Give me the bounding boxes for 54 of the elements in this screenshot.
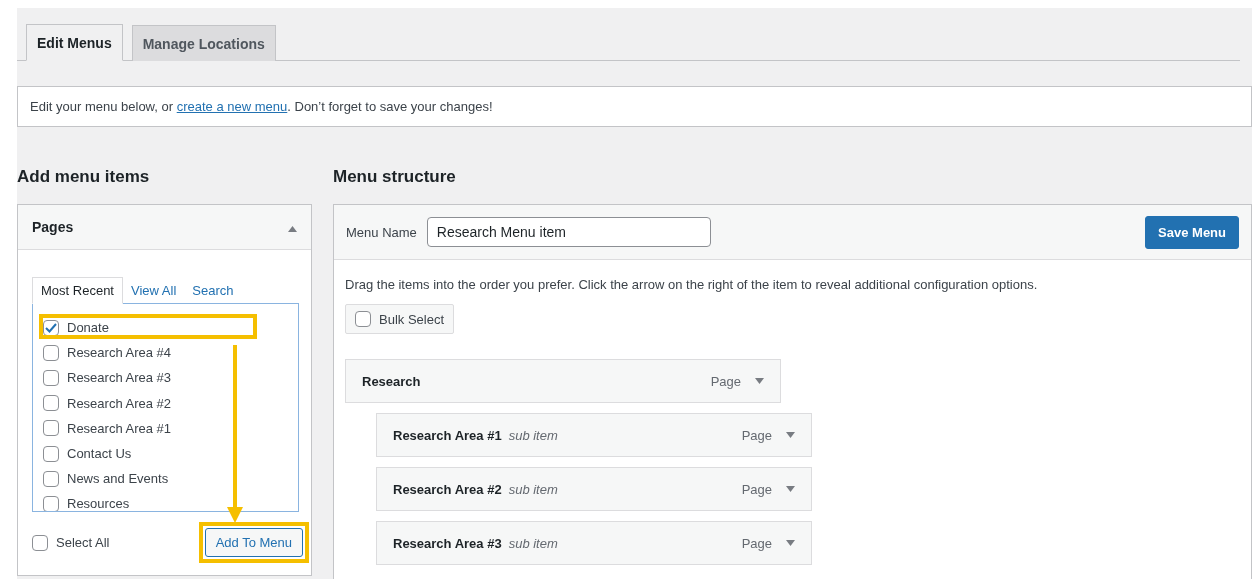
field-label: Menu Name: [346, 224, 417, 240]
section-heading: Add menu items: [17, 167, 151, 187]
menu-item-title: Research Area #3: [393, 535, 502, 551]
dropdown-arrow-icon[interactable]: [786, 540, 795, 546]
checkbox[interactable]: [43, 445, 59, 462]
checkbox[interactable]: [43, 395, 59, 412]
notice-message: Edit your menu below, or create a new menu. Don’t forget to save your changes!: [17, 86, 1252, 127]
menu-item-type: Page: [741, 535, 772, 551]
menu-item-bar[interactable]: Research Area #3 sub item Page: [376, 521, 812, 565]
save-menu-button[interactable]: Save Menu: [1145, 215, 1239, 249]
checkbox[interactable]: [43, 420, 59, 437]
menu-item-type: Page: [741, 481, 772, 497]
menu-item-title: Research: [362, 373, 421, 389]
menu-item-type: Page: [741, 427, 772, 443]
checkbox-label: Select All: [56, 535, 110, 550]
instructions-text: Drag the items into the order you prefer. Click the arrow on the right of the item to reveal additional configuration options.: [345, 277, 1039, 292]
menu-item-title: Research Area #2: [393, 481, 502, 497]
page-label: Research Area #4: [67, 345, 172, 361]
page-label: Donate: [67, 320, 109, 336]
menu-item-title: Research Area #1: [393, 427, 502, 443]
menu-item-bar[interactable]: Research Page: [345, 359, 781, 403]
dropdown-arrow-icon[interactable]: [786, 432, 795, 438]
page-label: Resources: [67, 496, 130, 511]
dropdown-arrow-icon[interactable]: [755, 378, 764, 384]
tab[interactable]: Edit Menus: [26, 24, 123, 61]
page-label: Research Area #1: [67, 420, 172, 436]
page-label: Research Area #2: [67, 395, 172, 411]
menu-name-field[interactable]: Research Menu item: [426, 217, 711, 247]
menu-item-bar[interactable]: Research Area #2 sub item Page: [376, 467, 812, 511]
section-heading: Menu structure: [333, 167, 457, 187]
menu-item-type: Page: [710, 373, 741, 389]
menu-item-bar[interactable]: Research Area #1 sub item Page: [376, 413, 812, 457]
panel-title: Pages: [32, 219, 74, 235]
bulk-select-button[interactable]: Bulk Select: [345, 304, 455, 334]
menu-item-note: sub item: [508, 427, 558, 443]
page-label: Research Area #3: [67, 370, 172, 386]
checkbox[interactable]: [32, 534, 48, 551]
dropdown-arrow-icon[interactable]: [786, 486, 795, 492]
subtab[interactable]: View All: [123, 278, 185, 303]
page-label: Contact Us: [67, 446, 132, 462]
checkbox[interactable]: [43, 319, 59, 336]
checkbox[interactable]: [43, 470, 59, 487]
checkbox[interactable]: [43, 344, 59, 361]
tab[interactable]: Manage Locations: [131, 25, 276, 61]
add-to-menu-button[interactable]: Add To Menu: [204, 528, 303, 557]
checkbox[interactable]: [43, 495, 59, 511]
page-label: News and Events: [67, 471, 169, 487]
subtab[interactable]: Search: [184, 278, 242, 303]
menu-item-note: sub item: [508, 535, 558, 551]
menu-item-note: sub item: [508, 481, 558, 497]
subtab[interactable]: Most Recent: [32, 277, 123, 304]
checkbox[interactable]: [43, 369, 59, 386]
checkbox[interactable]: [355, 311, 371, 327]
collapse-arrow-icon[interactable]: [288, 225, 297, 232]
